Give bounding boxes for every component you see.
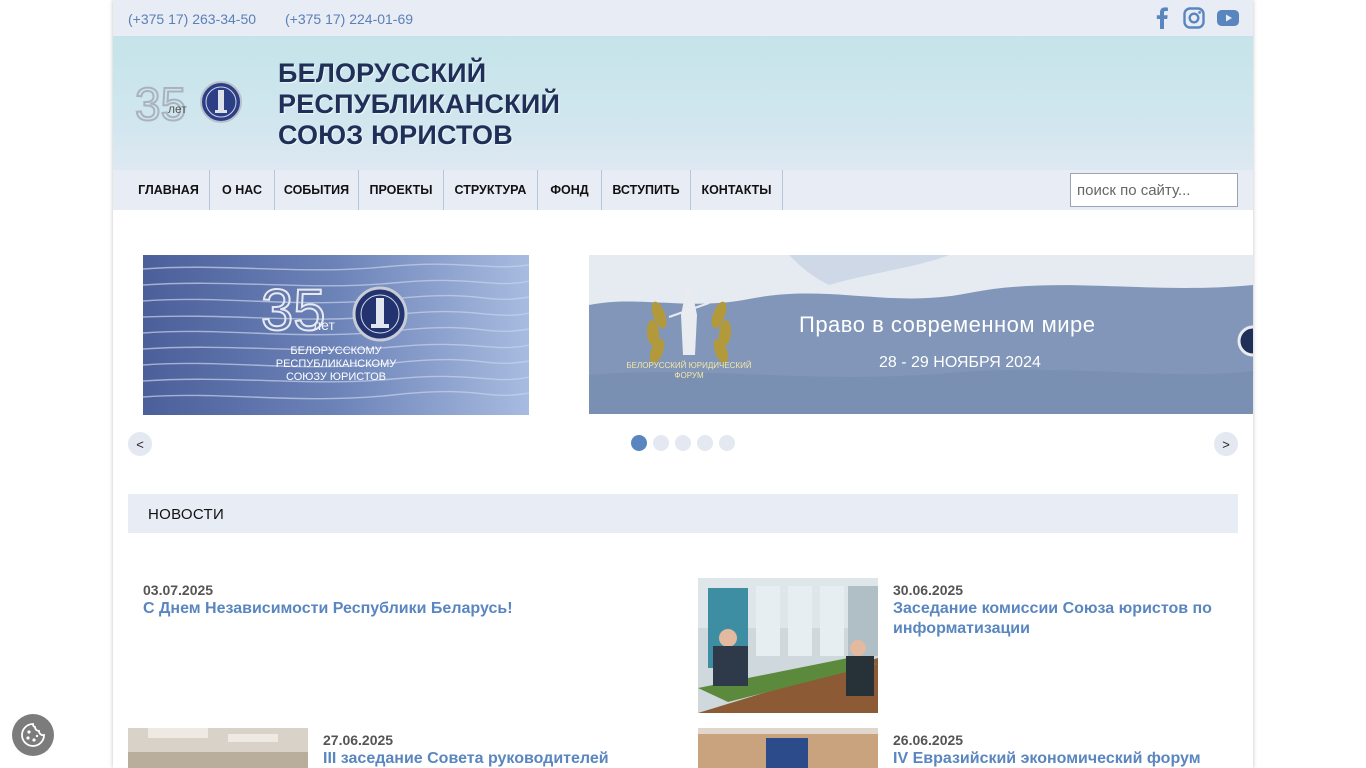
news-item-3-title[interactable]: III заседание Совета руководителей: [323, 749, 723, 768]
slider-dot-2[interactable]: [653, 435, 669, 451]
news-item-2-title[interactable]: Заседание комиссии Союза юристов по инфо…: [893, 599, 1233, 639]
phone-number-1[interactable]: (+375 17) 263-34-50: [128, 11, 256, 27]
news-item-1-title[interactable]: С Днем Независимости Республики Беларусь…: [143, 599, 643, 619]
news-item-3-date: 27.06.2025: [323, 732, 394, 748]
anniversary-logo[interactable]: 35 лет: [134, 77, 245, 131]
site-title-line-2: РЕСПУБЛИКАНСКИЙ: [278, 89, 561, 119]
slide-forum-title: Право в современном мире: [799, 312, 1096, 337]
nav-item-structure-label: СТРУКТУРА: [454, 183, 527, 197]
site-header: 35 лет БЕЛОРУССКИЙ РЕСПУБЛИКАНСКИЙ СОЮЗ …: [113, 36, 1253, 170]
nav-item-home-label: ГЛАВНАЯ: [138, 183, 199, 197]
main-nav: ГЛАВНАЯ О НАС СОБЫТИЯ ПРОЕКТЫ СТРУКТУРА …: [113, 170, 1253, 210]
nav-item-join-label: ВСТУПИТЬ: [612, 183, 680, 197]
slider-next-label: >: [1222, 436, 1230, 452]
slide-anniversary-number: 35: [260, 278, 327, 343]
slide-legal-forum[interactable]: Право в современном мире 28 - 29 НОЯБРЯ …: [589, 255, 1253, 414]
page: (+375 17) 263-34-50 (+375 17) 224-01-69 …: [113, 0, 1253, 768]
news-item-4-image[interactable]: [698, 728, 878, 768]
news-item-4-title[interactable]: IV Евразийский экономический форум: [893, 749, 1233, 768]
top-bar: (+375 17) 263-34-50 (+375 17) 224-01-69: [113, 0, 1253, 36]
nav-item-about-label: О НАС: [222, 183, 262, 197]
slider-dot-5[interactable]: [719, 435, 735, 451]
youtube-icon[interactable]: [1216, 6, 1240, 30]
news-item-2-date: 30.06.2025: [893, 582, 964, 598]
nav-item-events-label: СОБЫТИЯ: [283, 183, 350, 197]
news-item-2-title-line-2: информатизации: [893, 620, 1030, 637]
slider-prev-button[interactable]: <: [128, 432, 152, 456]
site-title[interactable]: БЕЛОРУССКИЙ РЕСПУБЛИКАНСКИЙ СОЮЗ ЮРИСТОВ: [278, 58, 560, 151]
news-item-1-date: 03.07.2025: [143, 582, 214, 598]
news-item-2-image[interactable]: [698, 578, 878, 713]
slide-anniversary-line-3: СОЮЗУ ЮРИСТОВ: [286, 371, 386, 383]
nav-item-join[interactable]: ВСТУПИТЬ: [602, 170, 691, 210]
cookie-icon: [21, 723, 45, 747]
search-input[interactable]: [1070, 173, 1238, 207]
nav-item-fund-label: ФОНД: [550, 183, 589, 197]
phone-number-2[interactable]: (+375 17) 224-01-69: [285, 11, 413, 27]
slide-anniversary-line-1: БЕЛОРУССКОМУ: [290, 345, 382, 357]
nav-item-events[interactable]: СОБЫТИЯ: [275, 170, 359, 210]
slide-forum-name-line-1: БЕЛОРУССКИЙ ЮРИДИЧЕСКИЙ: [626, 361, 752, 370]
nav-item-projects[interactable]: ПРОЕКТЫ: [359, 170, 444, 210]
slide-anniversary-line-2: РЕСПУБЛИКАНСКОМУ: [275, 358, 397, 370]
news-item-3-image[interactable]: [128, 728, 308, 768]
slider-dot-3[interactable]: [675, 435, 691, 451]
nav-item-contacts[interactable]: КОНТАКТЫ: [691, 170, 783, 210]
slide-anniversary-years: лет: [313, 317, 335, 333]
slide-forum-name-line-2: ФОРУМ: [674, 371, 704, 380]
news-item-2-title-line-1: Заседание комиссии Союза юристов по: [893, 600, 1212, 617]
site-title-line-1: БЕЛОРУССКИЙ: [278, 58, 487, 88]
logo-years-label: лет: [168, 102, 187, 116]
slider-prev-label: <: [136, 436, 144, 452]
slider-next-button[interactable]: >: [1214, 432, 1238, 456]
nav-item-about[interactable]: О НАС: [210, 170, 275, 210]
slider-dot-1[interactable]: [631, 435, 647, 451]
news-item-4-date: 26.06.2025: [893, 732, 964, 748]
nav-item-fund[interactable]: ФОНД: [538, 170, 602, 210]
slider-dot-4[interactable]: [697, 435, 713, 451]
news-section-title: НОВОСТИ: [148, 506, 225, 523]
nav-item-projects-label: ПРОЕКТЫ: [369, 183, 433, 197]
nav-item-contacts-label: КОНТАКТЫ: [701, 183, 772, 197]
site-title-line-3: СОЮЗ ЮРИСТОВ: [278, 120, 513, 150]
instagram-icon[interactable]: [1182, 6, 1206, 30]
cookie-settings-button[interactable]: [12, 714, 54, 756]
news-section-header: НОВОСТИ: [128, 494, 1238, 533]
slide-forum-dates: 28 - 29 НОЯБРЯ 2024: [879, 354, 1041, 371]
facebook-icon[interactable]: [1150, 6, 1174, 30]
nav-item-home[interactable]: ГЛАВНАЯ: [128, 170, 210, 210]
nav-item-structure[interactable]: СТРУКТУРА: [444, 170, 538, 210]
slide-anniversary[interactable]: 35 лет БЕЛОРУССКОМУ РЕСПУБЛИКАНСКОМУ СОЮ…: [143, 255, 529, 415]
